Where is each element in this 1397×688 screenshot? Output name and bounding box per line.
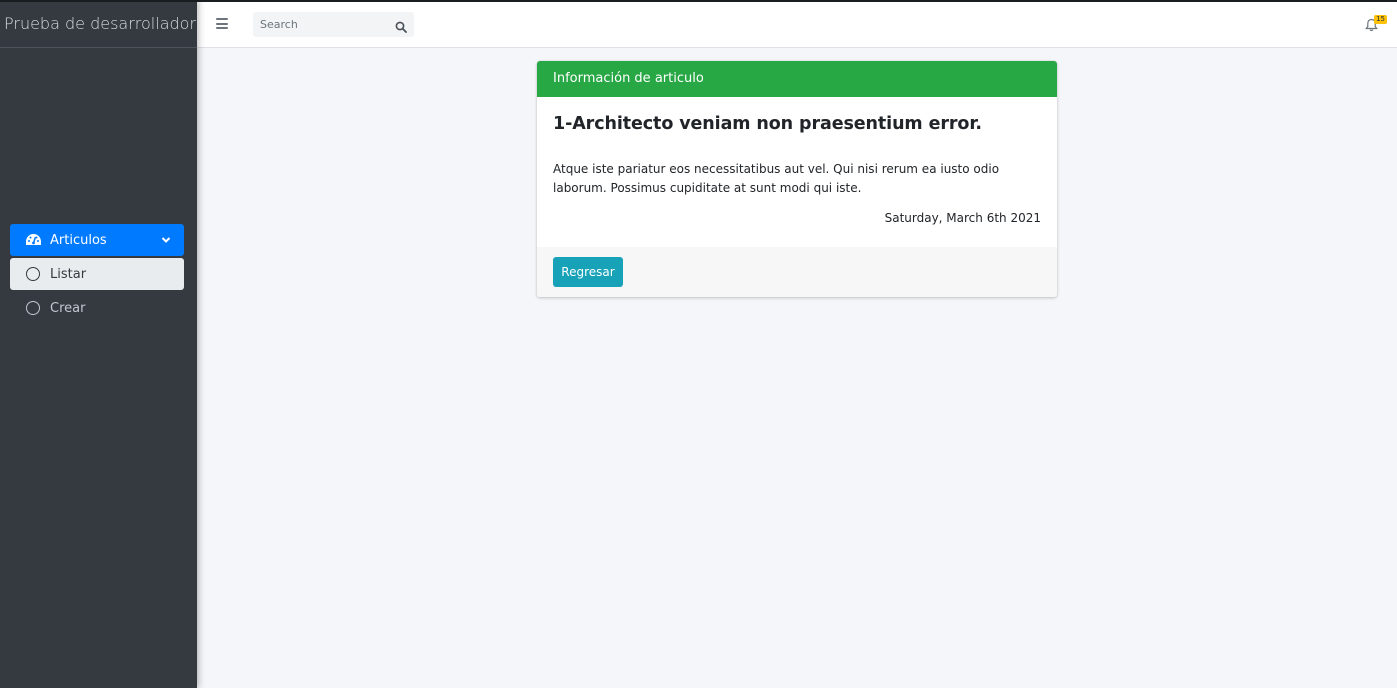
sidebar-item-label: Listar <box>50 266 87 282</box>
top-navbar: 15 <box>197 2 1397 48</box>
search-box <box>253 12 414 37</box>
card-body: 1-Architecto veniam non praesentium erro… <box>537 97 1057 247</box>
sidebar-item-label: Crear <box>50 300 86 316</box>
card-header: Información de articulo <box>537 61 1057 97</box>
card-footer: Regresar <box>537 247 1057 297</box>
notification-badge: 15 <box>1374 15 1387 24</box>
window-top-border <box>0 0 1397 2</box>
sidebar: Prueba de desarrollador Articulos Listar… <box>0 0 197 688</box>
sidebar-item-articulos[interactable]: Articulos <box>10 224 184 256</box>
article-date: Saturday, March 6th 2021 <box>884 211 1041 225</box>
brand-title[interactable]: Prueba de desarrollador <box>0 0 197 48</box>
chevron-down-icon[interactable] <box>160 234 172 246</box>
sidebar-nav: Articulos Listar Crear <box>10 224 184 324</box>
article-text: Atque iste pariatur eos necessitatibus a… <box>553 162 1000 195</box>
hamburger-menu-icon[interactable] <box>216 18 228 30</box>
search-input[interactable] <box>253 18 383 31</box>
article-title: 1-Architecto veniam non praesentium erro… <box>553 114 982 134</box>
search-icon[interactable] <box>395 18 408 33</box>
sidebar-item-crear[interactable]: Crear <box>10 292 184 324</box>
back-button[interactable]: Regresar <box>553 257 623 287</box>
circle-icon <box>26 301 40 315</box>
sidebar-item-label: Articulos <box>50 232 107 248</box>
article-card: Información de articulo 1-Architecto ven… <box>537 61 1057 297</box>
sidebar-item-listar[interactable]: Listar <box>10 258 184 290</box>
tachometer-icon <box>25 233 42 247</box>
circle-icon <box>26 267 40 281</box>
